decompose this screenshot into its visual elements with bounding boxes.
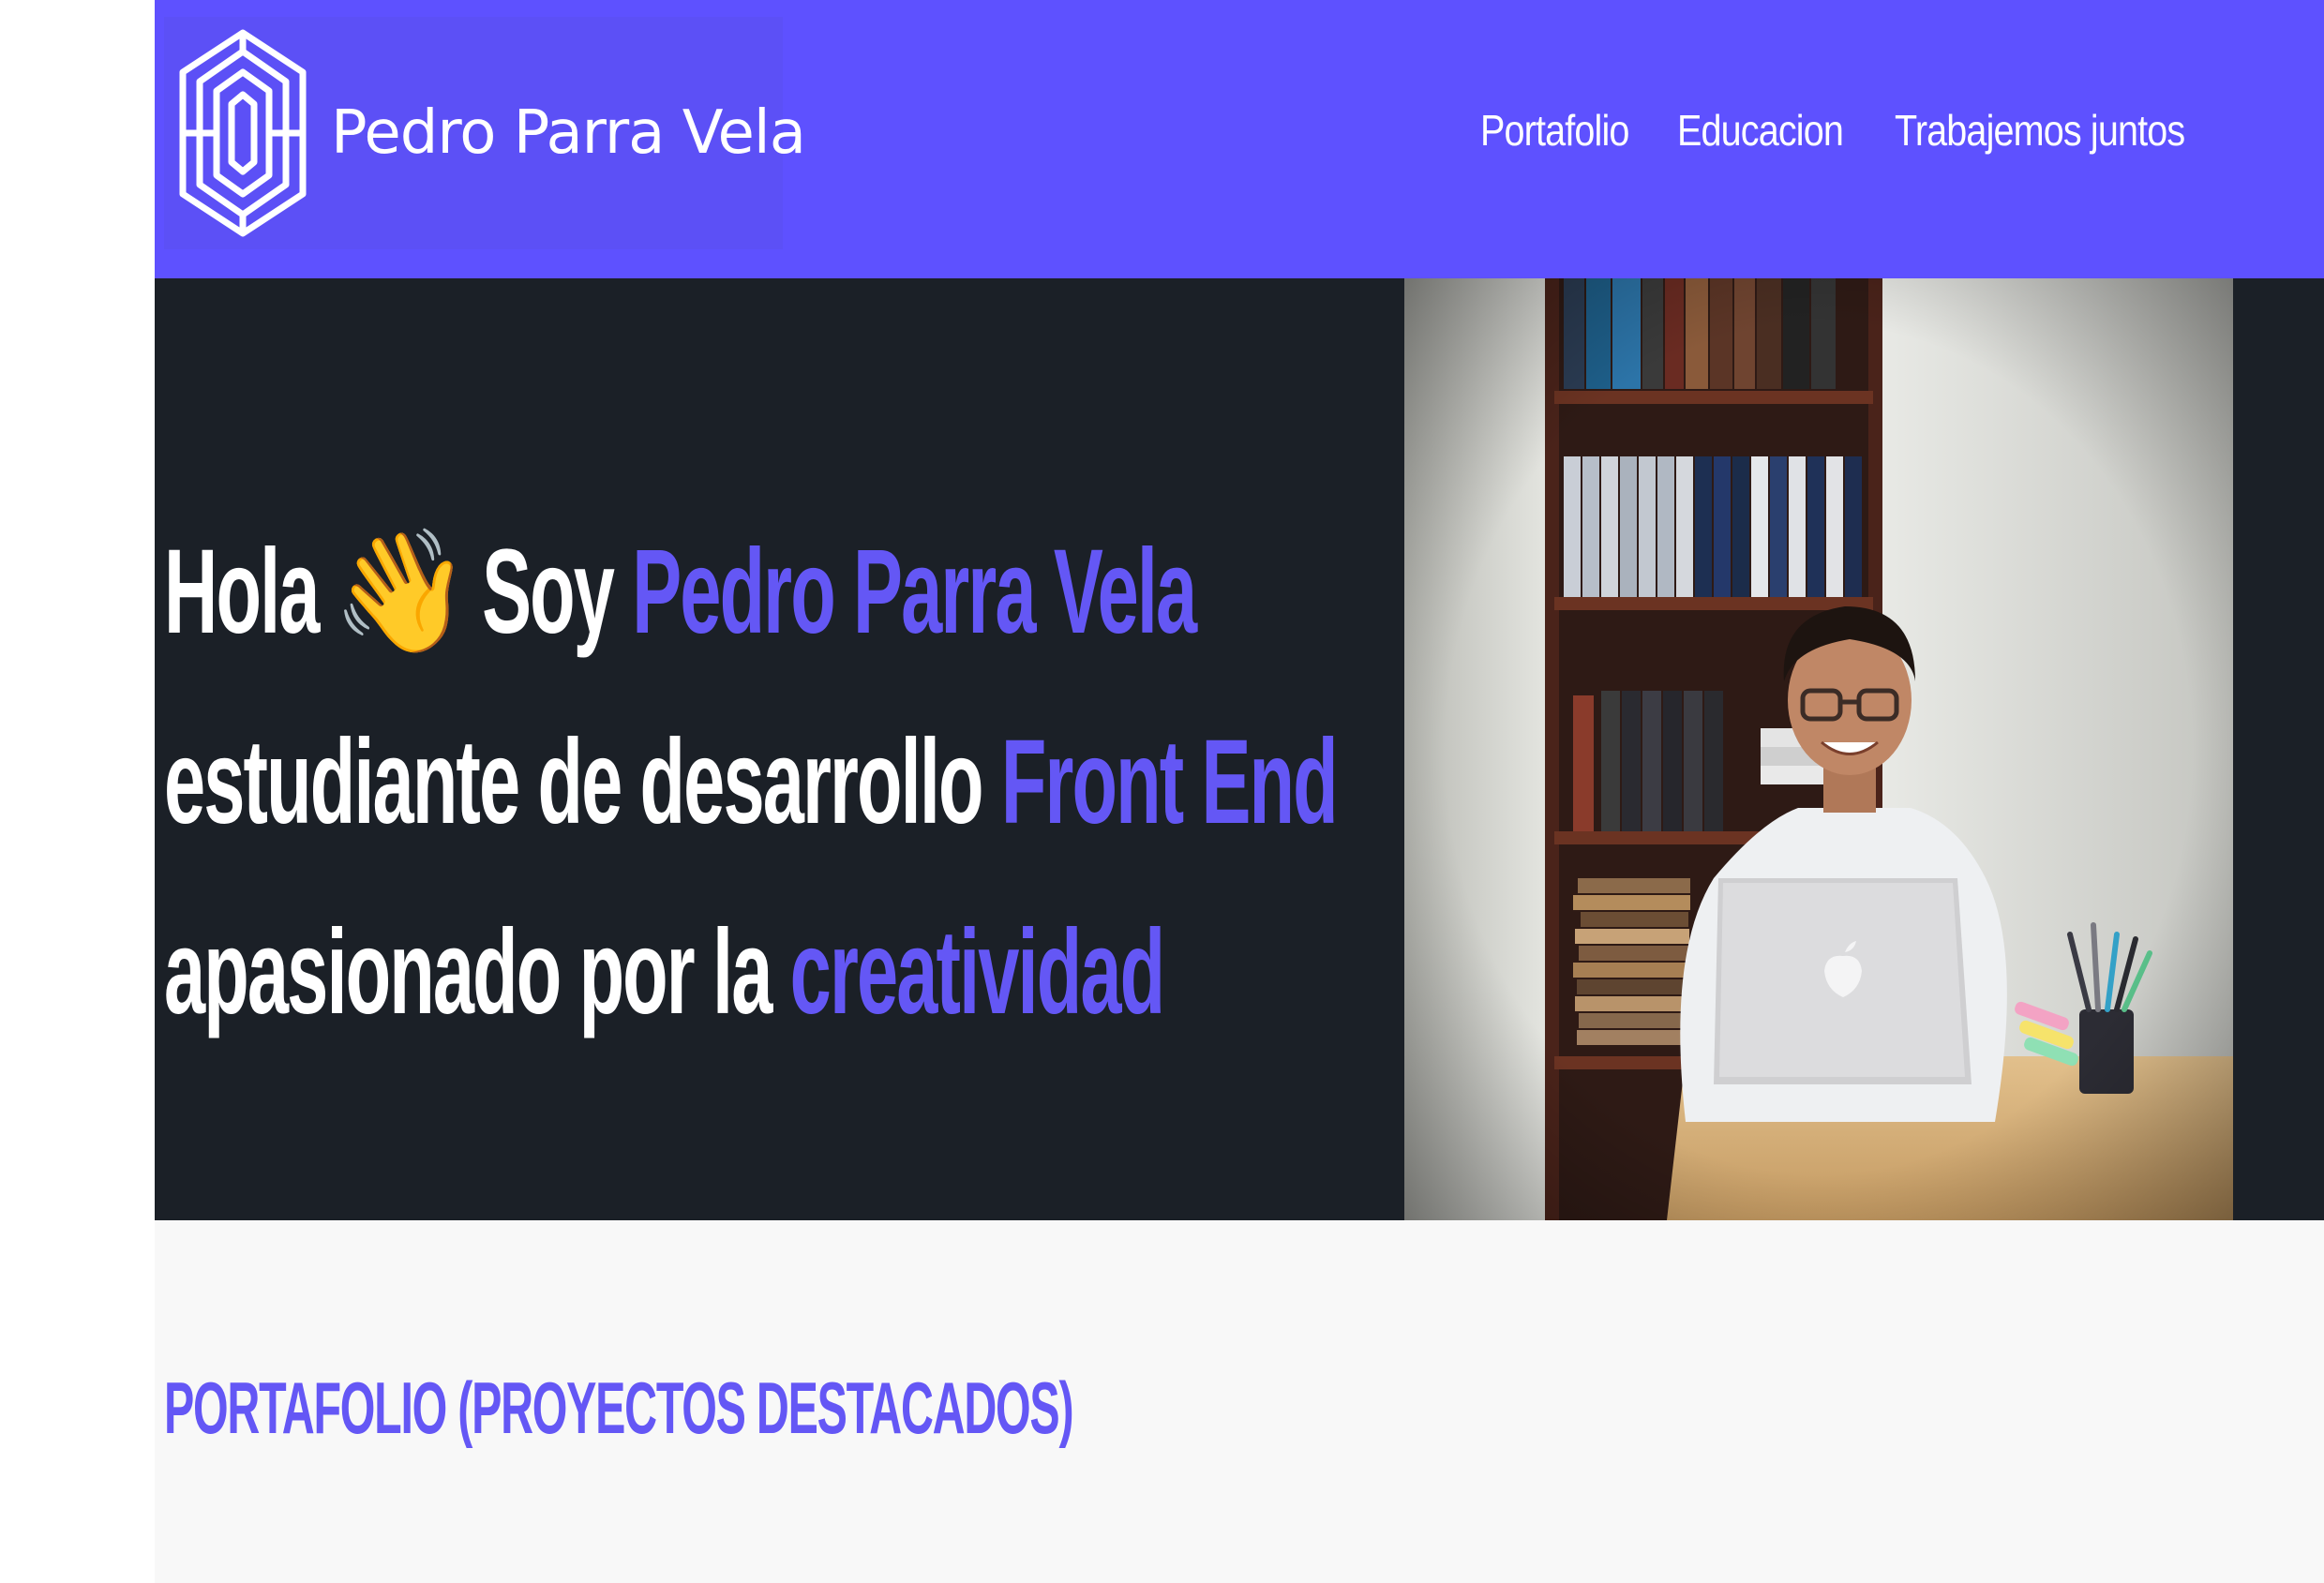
portfolio-section: PORTAFOLIO (PROYECTOS DESTACADOS) (155, 1220, 2324, 1583)
hero-section: Hola 👋 Soy Pedro Parra Vela estudiante d… (155, 278, 2324, 1220)
page: Pedro Parra Vela Portafolio Educacion Tr… (155, 0, 2324, 1583)
hero-right-edge (2233, 278, 2324, 1220)
hero-intro: Soy (482, 525, 615, 659)
site-header: Pedro Parra Vela Portafolio Educacion Tr… (155, 0, 2324, 278)
profile-photo (1404, 278, 2233, 1220)
nav-link-educacion[interactable]: Educacion (1677, 105, 1844, 156)
brand[interactable]: Pedro Parra Vela (164, 17, 806, 249)
main-nav: Portafolio Educacion Trabajemos juntos (1480, 105, 2213, 156)
hero-passion-accent: creatividad (789, 905, 1165, 1039)
nav-link-portafolio[interactable]: Portafolio (1480, 105, 1629, 156)
hero-heading: Hola 👋 Soy Pedro Parra Vela estudiante d… (164, 497, 1570, 1068)
hero-role-text: estudiante de desarrollo (164, 715, 984, 849)
hero-line-2: estudiante de desarrollo Front End (164, 687, 1339, 877)
hero-role-accent: Front End (1000, 715, 1339, 849)
waving-hand-icon: 👋 (332, 525, 471, 659)
hero-greeting: Hola (164, 525, 320, 659)
hero-passion-text: apasionado por la (164, 905, 772, 1039)
hero-name: Pedro Parra Vela (632, 525, 1197, 659)
nav-link-trabajemos-juntos[interactable]: Trabajemos juntos (1895, 105, 2185, 156)
maze-hexagon-icon (177, 21, 308, 246)
portfolio-title: PORTAFOLIO (PROYECTOS DESTACADOS) (164, 1366, 1074, 1449)
hero-line-1: Hola 👋 Soy Pedro Parra Vela (164, 497, 1197, 687)
hero-line-3: apasionado por la creatividad (164, 877, 1165, 1068)
brand-name: Pedro Parra Vela (331, 98, 806, 168)
